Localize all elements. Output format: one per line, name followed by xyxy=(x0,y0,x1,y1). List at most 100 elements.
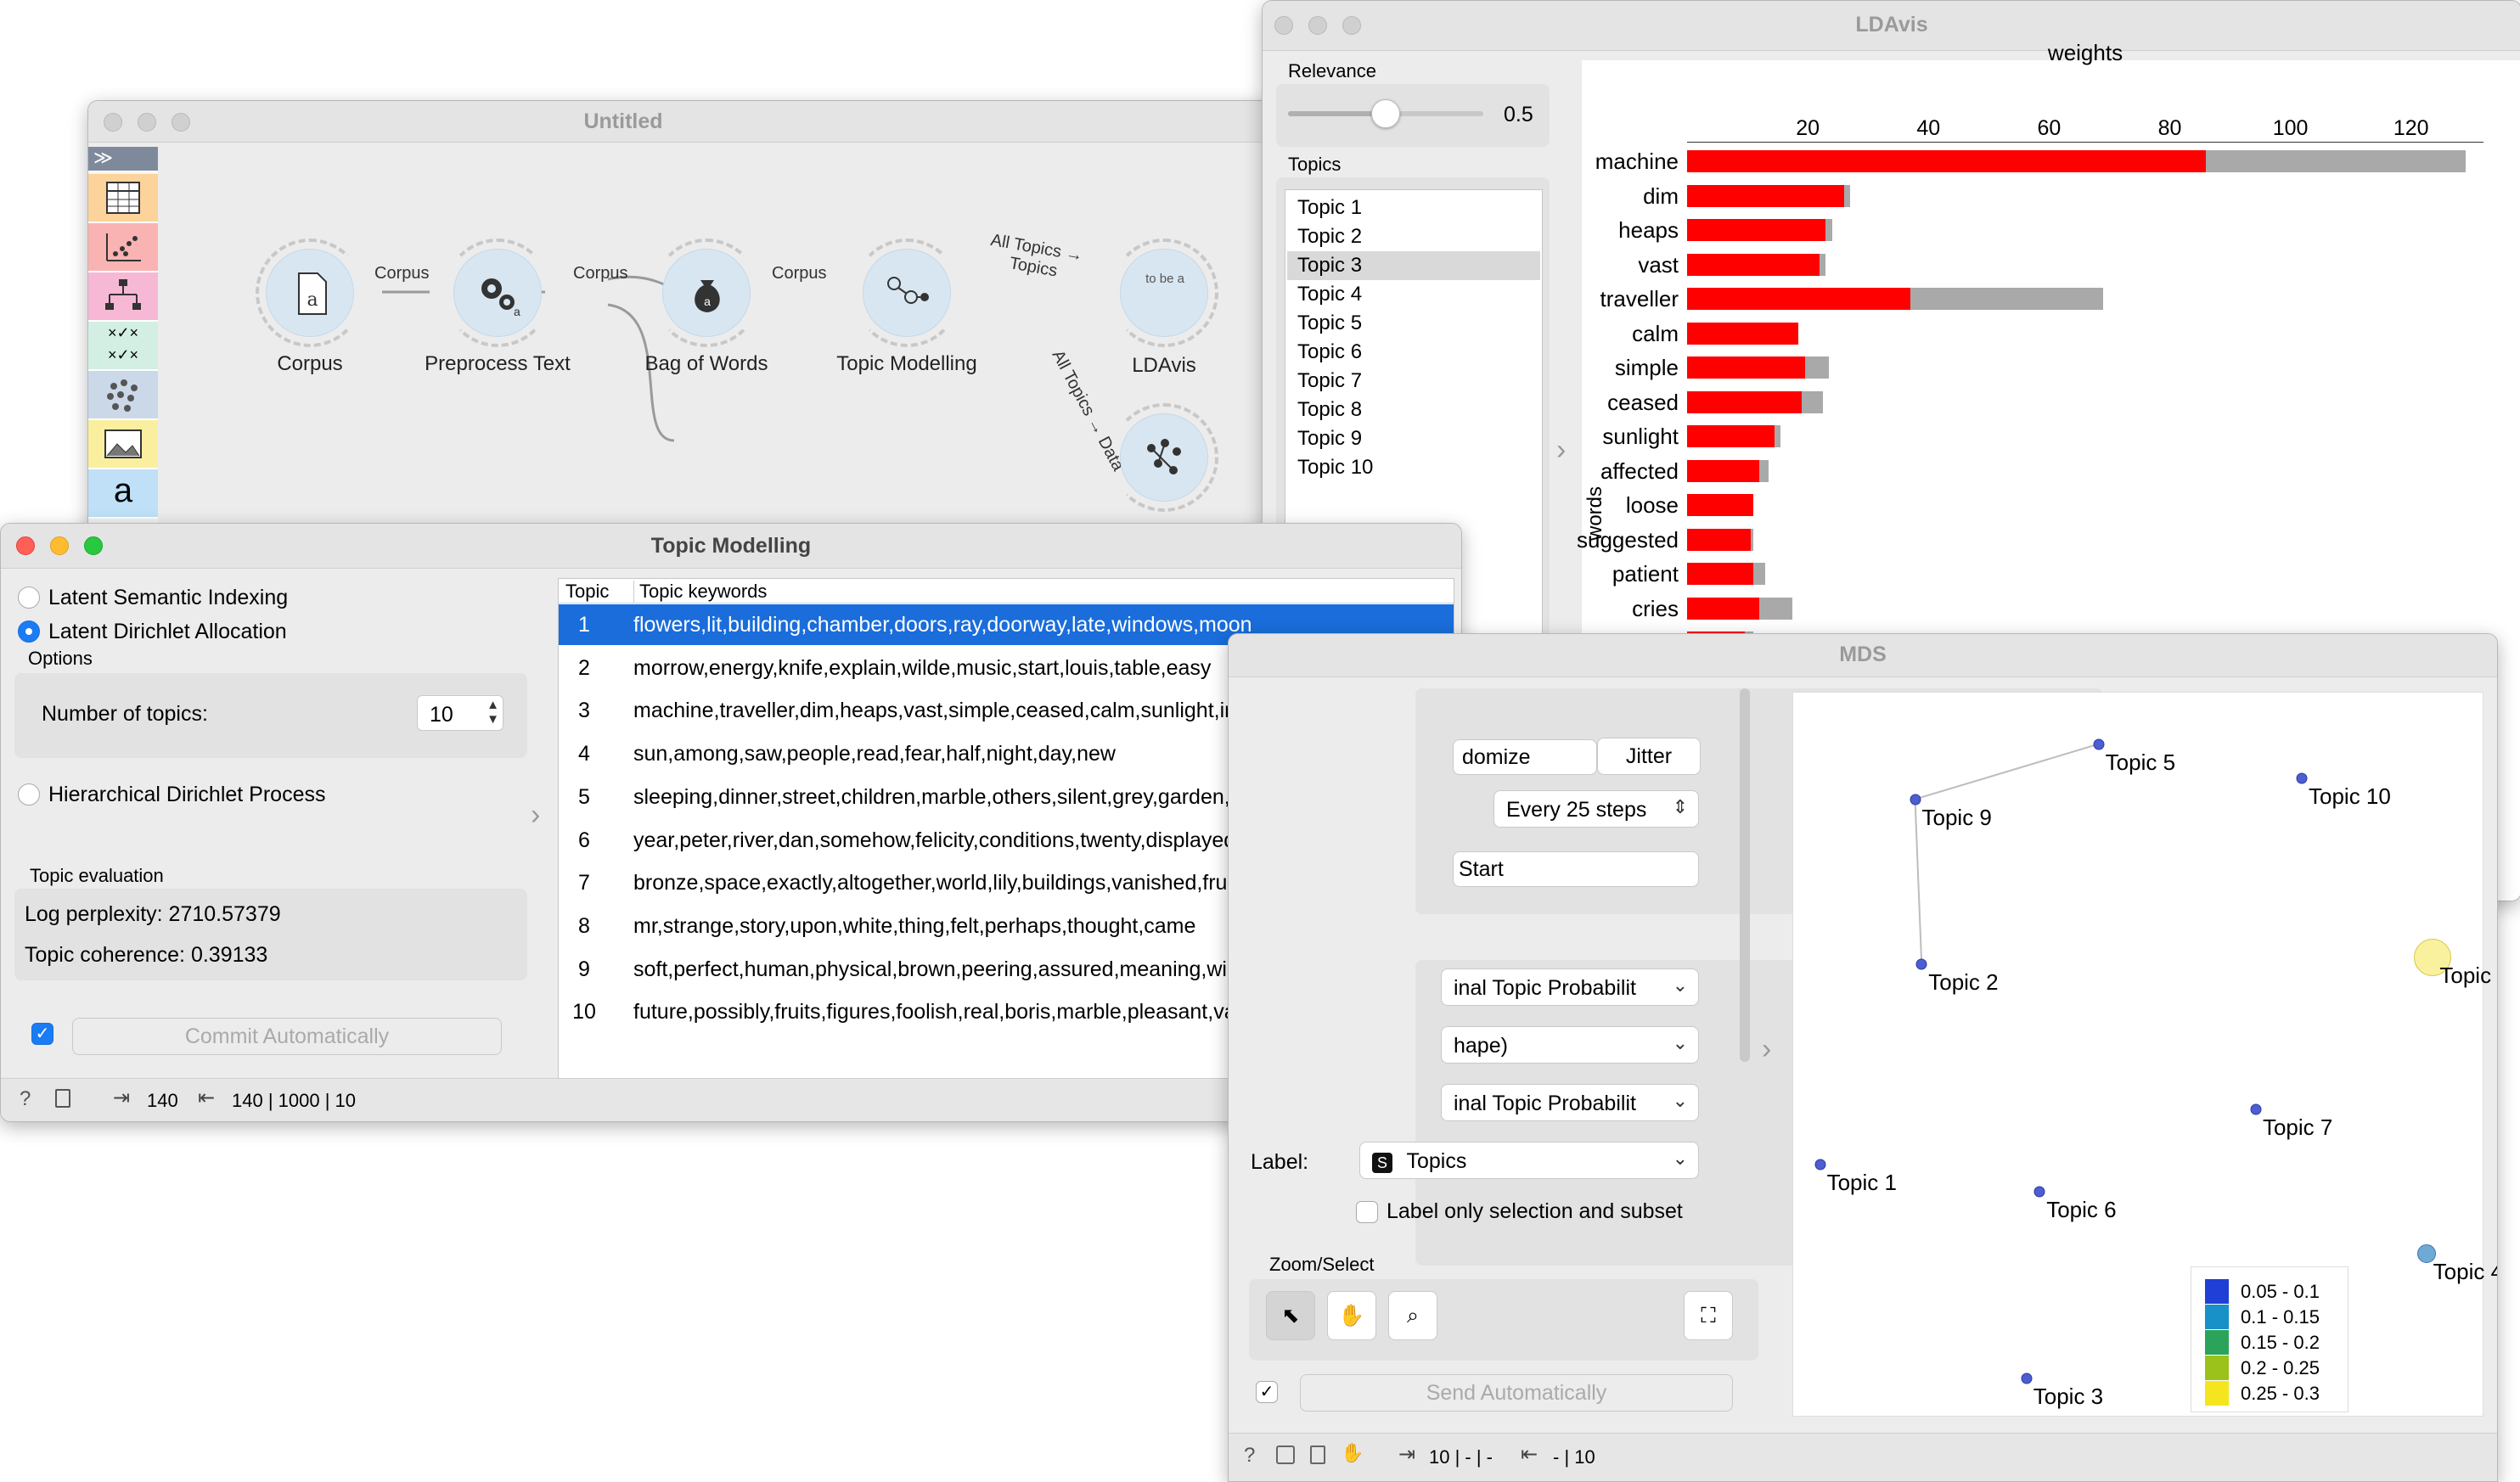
log-perplexity: Log perplexity: 2710.57379 xyxy=(25,902,281,926)
mds-point[interactable] xyxy=(2093,738,2105,750)
edge-label-corpus-3: Corpus xyxy=(772,264,827,283)
bar-topic-weight xyxy=(1687,563,1754,585)
relevance-label: Relevance xyxy=(1288,60,1376,81)
mds-point[interactable] xyxy=(2033,1186,2045,1198)
jitter-button[interactable]: Jitter xyxy=(1597,738,1701,775)
topic-list-item[interactable]: Topic 4 xyxy=(1287,280,1540,309)
panel-scrollbar[interactable] xyxy=(1740,688,1750,1062)
input-icon: ⇥ xyxy=(113,1086,131,1109)
x-axis-line xyxy=(1687,142,2483,143)
word-label: calm xyxy=(1632,320,1679,346)
ldavis-titlebar: LDAvis xyxy=(1263,1,2520,51)
mds-point[interactable] xyxy=(1910,794,1921,806)
mds-node[interactable] xyxy=(1120,413,1208,502)
topic-number: 5 xyxy=(578,784,590,809)
relevance-slider[interactable] xyxy=(1288,99,1483,128)
input-icon: ⇥ xyxy=(1398,1443,1416,1466)
ldavis-node[interactable]: to be a xyxy=(1120,249,1208,337)
word-label: simple xyxy=(1614,355,1679,380)
splitter-arrow-icon[interactable]: › xyxy=(1556,434,1566,467)
preprocess-node[interactable]: a xyxy=(453,249,542,337)
refresh-combo[interactable]: Every 25 steps ⇕ xyxy=(1493,790,1699,828)
mds-point-label: Topic 1 xyxy=(1826,1169,1897,1195)
topic-list-item[interactable]: Topic 5 xyxy=(1287,309,1540,338)
num-topics-spinbox[interactable]: 10 ▲ ▼ xyxy=(417,695,503,731)
label-only-selection-checkbox[interactable] xyxy=(1356,1201,1378,1223)
num-topics-label: Number of topics: xyxy=(42,702,208,726)
topic-list-item[interactable]: Topic 3 xyxy=(1287,251,1540,280)
x-tick-label: 20 xyxy=(1796,116,1820,140)
mds-point[interactable] xyxy=(1814,1159,1826,1170)
legend-label: 0.05 - 0.1 xyxy=(2241,1281,2320,1302)
topic-list-item[interactable]: Topic 8 xyxy=(1287,396,1540,424)
report-icon[interactable] xyxy=(55,1089,70,1108)
legend-swatch xyxy=(2205,1381,2229,1406)
mds-point[interactable] xyxy=(2296,772,2308,784)
topic-keywords: mr,strange,story,upon,white,thing,felt,p… xyxy=(633,913,1196,938)
bar-corpus-weight xyxy=(1820,253,1826,276)
mds-plot[interactable]: Topic 1 Topic 2 Topic 3 Topic 4 Topic 5 Topic… xyxy=(1792,692,2497,1417)
topic-list-item[interactable]: Topic 2 xyxy=(1287,222,1540,251)
output-icon: ⇤ xyxy=(1521,1443,1538,1466)
bag-of-words-node[interactable]: a xyxy=(662,249,751,337)
bar-corpus-weight xyxy=(1759,459,1769,482)
word-label: suggested xyxy=(1577,526,1679,553)
report-icon[interactable] xyxy=(1310,1446,1325,1464)
mds-point-label: Topic 2 xyxy=(1928,969,1999,996)
start-label: Start xyxy=(1459,857,1504,881)
lda-radio[interactable] xyxy=(18,620,40,643)
updown-chevron-icon: ⇕ xyxy=(1672,796,1688,817)
randomize-button[interactable]: domize xyxy=(1453,739,1597,775)
bar-topic-weight xyxy=(1687,528,1751,551)
shape-combo[interactable]: hape) ⌄ xyxy=(1441,1026,1699,1064)
mds-point-label: Topic 7 xyxy=(2262,1114,2333,1140)
help-icon[interactable]: ? xyxy=(20,1087,31,1111)
select-pointer-button[interactable]: ⬉ xyxy=(1266,1291,1315,1340)
splitter-arrow-icon[interactable]: › xyxy=(531,799,540,832)
send-automatically-button[interactable]: Send Automatically xyxy=(1300,1374,1733,1412)
header-topic[interactable]: Topic xyxy=(565,581,609,603)
commit-checkbox[interactable]: ✓ xyxy=(31,1023,53,1045)
preprocess-node-label: Preprocess Text xyxy=(425,352,571,375)
topic-number: 8 xyxy=(578,913,590,938)
relevance-value: 0.5 xyxy=(1504,103,1533,126)
send-automatically-checkbox[interactable]: ✓ xyxy=(1256,1381,1278,1403)
color-combo[interactable]: inal Topic Probabilit ⌄ xyxy=(1441,968,1699,1006)
topic-list-item[interactable]: Topic 1 xyxy=(1287,194,1540,222)
word-label: heaps xyxy=(1618,217,1679,243)
help-icon[interactable]: ? xyxy=(1244,1444,1255,1468)
bar-corpus-weight xyxy=(1750,528,1754,551)
reset-zoom-button[interactable]: ⛶ xyxy=(1684,1291,1733,1340)
topic-list-item[interactable]: Topic 9 xyxy=(1287,424,1540,453)
topic-list-item[interactable]: Topic 6 xyxy=(1287,338,1540,367)
pan-hand-button[interactable]: ✋ xyxy=(1327,1291,1376,1340)
commit-button[interactable]: Commit Automatically xyxy=(72,1018,502,1055)
save-icon[interactable] xyxy=(1276,1446,1295,1464)
mds-point[interactable] xyxy=(2250,1103,2262,1115)
spinner-arrows-icon[interactable]: ▲ ▼ xyxy=(487,698,499,727)
mds-point[interactable] xyxy=(1915,958,1927,970)
topic-list-item[interactable]: Topic 7 xyxy=(1287,367,1540,396)
legend-swatch xyxy=(2205,1305,2229,1329)
zoom-button[interactable]: ⌕ xyxy=(1388,1291,1437,1340)
lsi-radio[interactable] xyxy=(18,587,40,609)
svg-text:a: a xyxy=(307,289,318,311)
size-combo[interactable]: inal Topic Probabilit ⌄ xyxy=(1441,1084,1699,1121)
mds-point[interactable] xyxy=(2021,1373,2033,1384)
hdp-radio[interactable] xyxy=(18,783,40,806)
hand-icon[interactable]: ✋ xyxy=(1341,1442,1364,1464)
num-topics-value: 10 xyxy=(430,703,453,727)
header-keywords[interactable]: Topic keywords xyxy=(633,581,767,603)
topic-modelling-node[interactable] xyxy=(863,249,951,337)
legend-label: 0.1 - 0.15 xyxy=(2241,1306,2320,1328)
fullscreen-icon: ⛶ xyxy=(1701,1304,1716,1328)
hdp-label: Hierarchical Dirichlet Process xyxy=(48,783,326,806)
topic-list-item[interactable]: Topic 10 xyxy=(1287,453,1540,482)
topic-modelling-node-label: Topic Modelling xyxy=(836,352,977,375)
splitter-arrow-icon[interactable]: › xyxy=(1762,1033,1771,1066)
relevance-slider-handle[interactable] xyxy=(1371,99,1400,128)
corpus-node[interactable]: a xyxy=(266,249,354,337)
label-combo[interactable]: S Topics ⌄ xyxy=(1359,1142,1699,1179)
size-value: inal Topic Probabilit xyxy=(1454,1092,1636,1115)
start-button[interactable]: Start xyxy=(1453,851,1699,887)
